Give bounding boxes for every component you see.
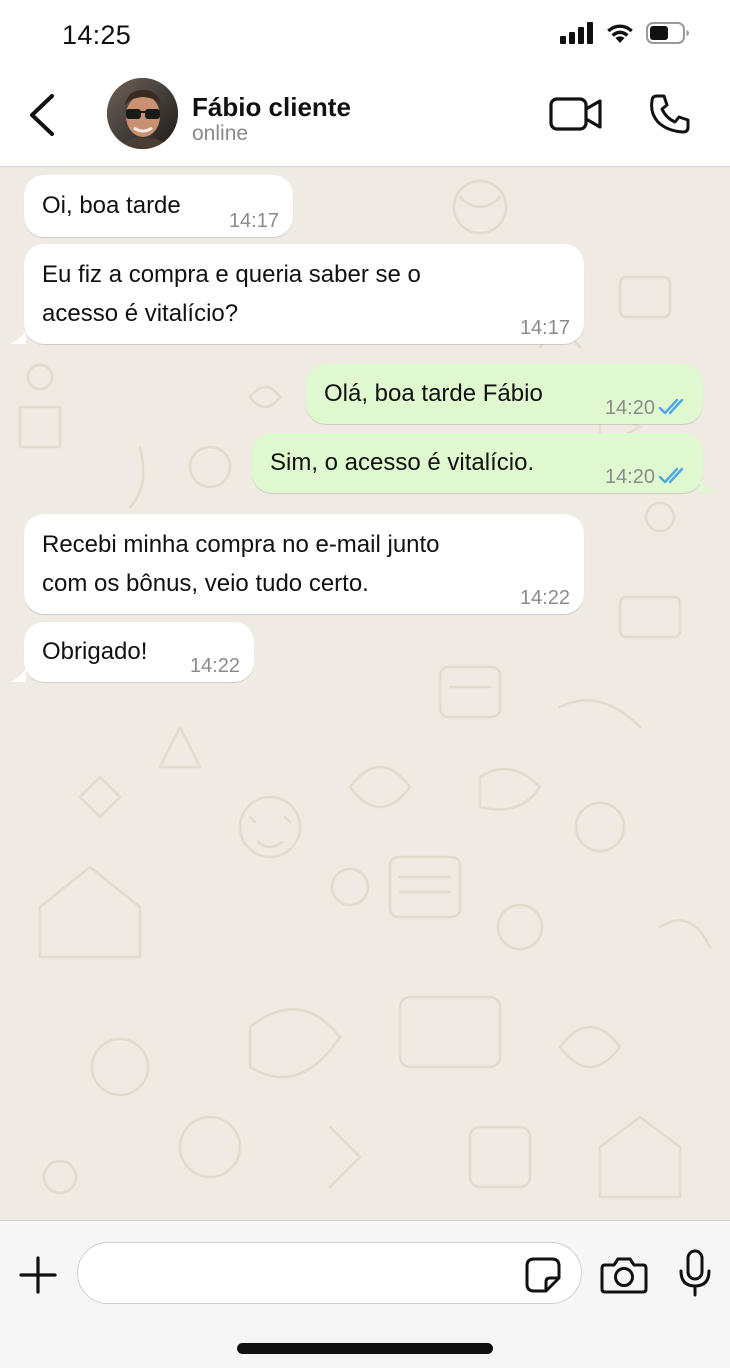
read-receipt-icon — [658, 467, 684, 484]
message-text: Recebi minha compra no e-mail junto com … — [42, 531, 440, 597]
bubble-tail — [10, 668, 26, 682]
contact-status: online — [192, 122, 249, 145]
status-time: 14:25 — [62, 20, 132, 50]
video-call-icon[interactable] — [548, 94, 604, 134]
back-chevron-icon[interactable] — [22, 90, 62, 140]
message-time: 14:17 — [228, 210, 279, 232]
incoming-message[interactable]: Recebi minha compra no e-mail junto com … — [24, 514, 584, 614]
status-icons — [560, 22, 690, 44]
message-text: Eu fiz a compra e queria saber se o aces… — [42, 261, 421, 327]
message-time: 14:22 — [189, 655, 240, 677]
home-indicator[interactable] — [237, 1343, 493, 1354]
message-time: 14:22 — [519, 587, 570, 609]
microphone-icon[interactable] — [678, 1249, 712, 1297]
message-time: 14:20 — [604, 466, 655, 488]
battery-icon — [646, 22, 689, 44]
contact-name[interactable]: Fábio cliente — [192, 92, 351, 123]
outgoing-message[interactable]: Olá, boa tarde Fábio 14:20 — [306, 364, 703, 424]
chat-screen: 14:25 Fábio cliente online Oi, boa tarde… — [0, 0, 730, 1368]
outgoing-message[interactable]: Sim, o acesso é vitalício. 14:20 — [252, 433, 703, 493]
message-list[interactable]: Oi, boa tarde 14:17 Eu fiz a compra e qu… — [0, 167, 730, 1220]
sticker-icon[interactable] — [524, 1256, 562, 1294]
avatar-photo — [107, 78, 178, 149]
incoming-message[interactable]: Oi, boa tarde 14:17 — [24, 175, 293, 237]
bubble-tail — [10, 330, 26, 344]
plus-icon[interactable] — [18, 1255, 58, 1295]
avatar[interactable] — [107, 78, 178, 149]
incoming-message[interactable]: Eu fiz a compra e queria saber se o aces… — [24, 244, 584, 344]
bubble-tail — [700, 479, 716, 493]
camera-icon[interactable] — [600, 1255, 648, 1295]
phone-icon[interactable] — [648, 92, 692, 136]
message-time: 14:20 — [604, 397, 655, 419]
chat-header: Fábio cliente online — [0, 70, 730, 167]
message-time: 14:17 — [519, 317, 570, 339]
wifi-icon — [607, 24, 633, 43]
read-receipt-icon — [658, 398, 684, 415]
incoming-message[interactable]: Obrigado! 14:22 — [24, 622, 254, 682]
signal-icon — [560, 22, 593, 44]
status-bar: 14:25 — [0, 0, 730, 70]
message-input[interactable] — [77, 1242, 582, 1304]
